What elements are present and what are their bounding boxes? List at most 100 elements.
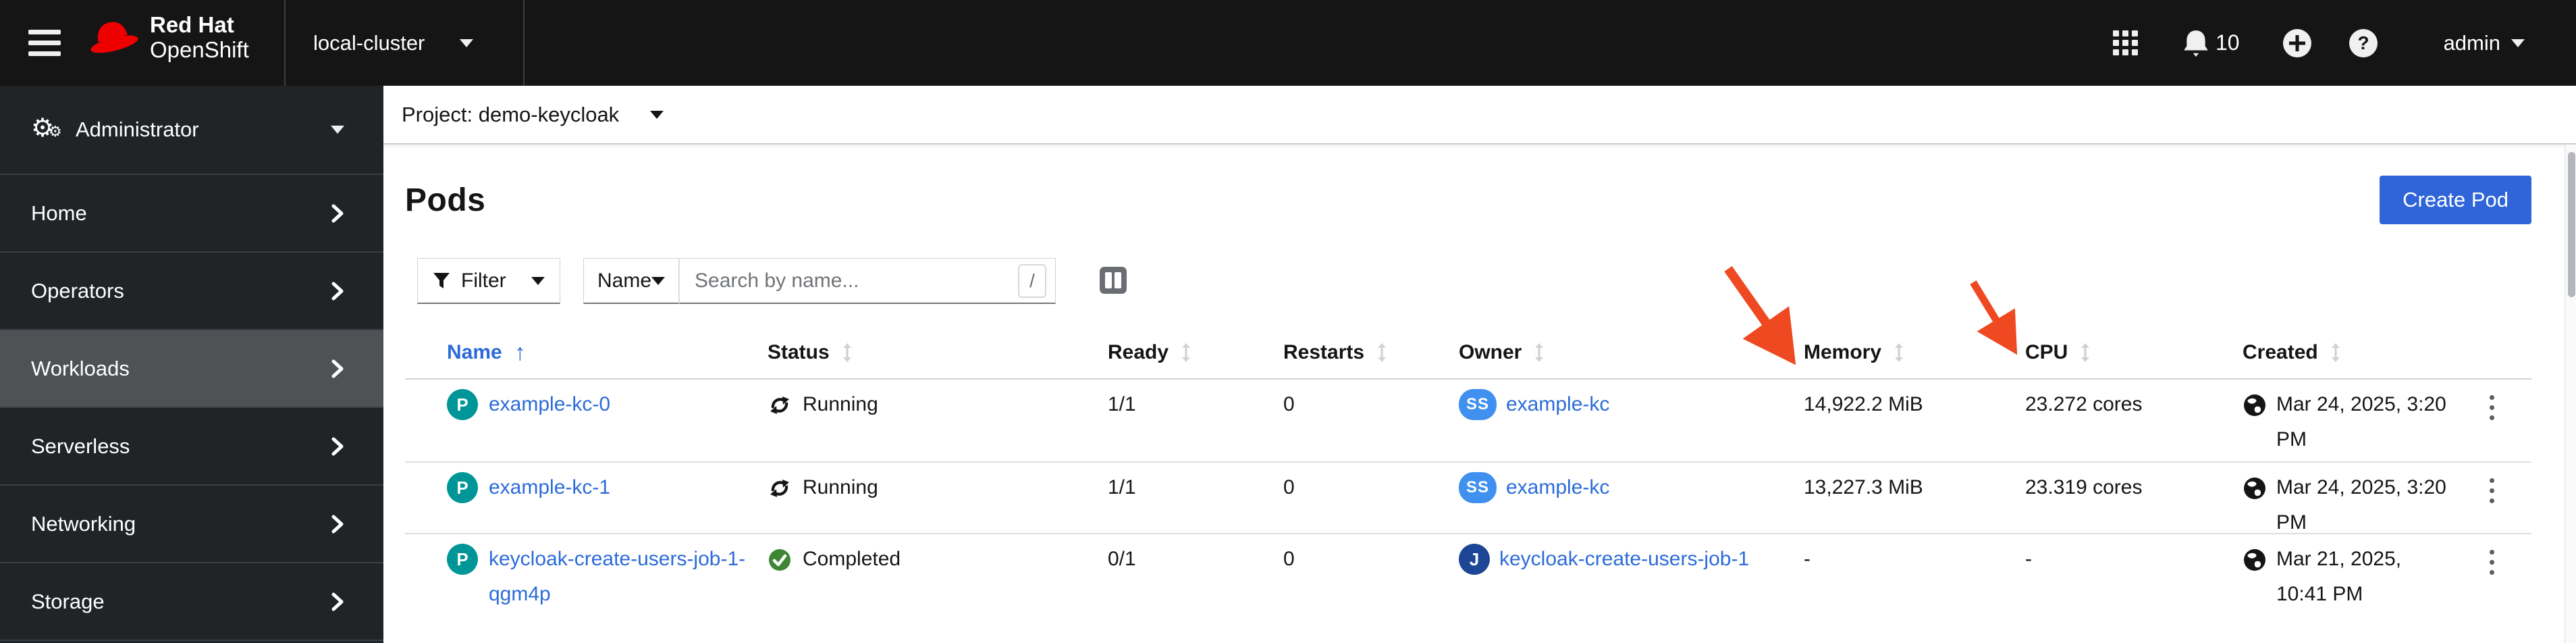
project-selector[interactable]: Project: demo-keycloak [383, 86, 2576, 145]
restarts-cell: 0 [1283, 548, 1295, 570]
pods-table: Name ↑ Status Ready Restarts Owner Memor… [405, 330, 2531, 621]
sort-both-icon [2081, 343, 2090, 362]
chevron-right-icon [331, 592, 344, 611]
owner-cell: SS example-kc [1459, 470, 1804, 505]
running-sync-icon [770, 480, 789, 497]
sidebar-item-workloads[interactable]: Workloads [0, 330, 383, 408]
table-row: P example-kc-1 Running 1/1 0 SS example-… [405, 463, 2531, 534]
column-header-name[interactable]: Name ↑ [447, 338, 768, 367]
sort-both-icon [842, 343, 851, 362]
import-plus-icon[interactable] [2282, 28, 2313, 59]
cpu-cell: - [2025, 548, 2032, 570]
actions-cell [2452, 470, 2531, 503]
sidebar-nav: ⚙ ⚙ Administrator Home Operators Workload… [0, 86, 383, 643]
create-pod-button[interactable]: Create Pod [2380, 176, 2531, 224]
column-header-owner[interactable]: Owner [1459, 338, 1804, 367]
statefulset-badge: SS [1459, 389, 1497, 420]
column-header-ready[interactable]: Ready [1108, 338, 1283, 367]
owner-link[interactable]: keycloak-create-users-job-1 [1499, 542, 1749, 577]
ready-cell: 1/1 [1108, 476, 1136, 498]
name-cell: P example-kc-0 [447, 387, 768, 422]
perspective-label: Administrator [76, 118, 199, 141]
search-attribute-dropdown[interactable]: Name [583, 258, 679, 304]
column-header-cpu[interactable]: CPU [2025, 338, 2243, 367]
vertical-scrollbar-thumb[interactable] [2568, 152, 2575, 297]
openshift-logo[interactable]: Red Hat OpenShift [86, 12, 249, 62]
gears-icon: ⚙ ⚙ [31, 114, 62, 143]
created-cell: Mar 24, 2025, 3:20 PM [2243, 387, 2452, 457]
perspective-switcher[interactable]: ⚙ ⚙ Administrator [0, 86, 383, 175]
pod-badge: P [447, 389, 478, 420]
globe-icon [2244, 394, 2265, 416]
table-row: P keycloak-create-users-job-1-qgm4p Comp… [405, 534, 2531, 621]
cpu-cell: 23.319 cores [2025, 476, 2143, 498]
cluster-selector[interactable]: local-cluster [313, 0, 474, 86]
owner-link[interactable]: example-kc [1506, 470, 1609, 505]
created-text: Mar 21, 2025, 10:41 PM [2276, 548, 2402, 605]
app-launcher-icon[interactable] [2112, 30, 2139, 56]
masthead: Red Hat OpenShift local-cluster 10 ? adm… [0, 0, 2576, 86]
column-header-created[interactable]: Created [2243, 338, 2452, 367]
brand-line2: OpenShift [150, 37, 249, 62]
kebab-menu-icon[interactable] [2489, 387, 2494, 420]
memory-cell: - [1804, 548, 1810, 570]
chevron-down-icon [531, 276, 545, 285]
project-label: Project: demo-keycloak [402, 102, 620, 126]
user-menu[interactable]: admin [2444, 31, 2525, 55]
pod-link[interactable]: keycloak-create-users-job-1-qgm4p [489, 542, 759, 612]
toolbar: Filter Name / [417, 258, 2576, 304]
filter-dropdown[interactable]: Filter [417, 258, 560, 304]
sidebar-item-label: Operators [31, 278, 124, 303]
created-text: Mar 24, 2025, 3:20 PM [2276, 393, 2446, 451]
restarts-cell: 0 [1283, 393, 1295, 415]
sidebar-item-home[interactable]: Home [0, 175, 383, 253]
cpu-cell: 23.272 cores [2025, 393, 2143, 415]
ready-cell: 0/1 [1108, 548, 1136, 570]
sort-both-icon [1378, 343, 1387, 362]
memory-cell: 14,922.2 MiB [1804, 393, 1923, 415]
pod-link[interactable]: example-kc-0 [489, 387, 610, 422]
chevron-right-icon [331, 359, 344, 378]
kebab-menu-icon[interactable] [2489, 470, 2494, 503]
pod-link[interactable]: example-kc-1 [489, 470, 610, 505]
sidebar-item-label: Workloads [31, 356, 130, 380]
column-management-button[interactable] [1098, 265, 1129, 299]
created-cell: Mar 24, 2025, 3:20 PM [2243, 470, 2452, 540]
svg-text:?: ? [2357, 32, 2369, 53]
sidebar-item-operators[interactable]: Operators [0, 253, 383, 330]
column-header-restarts[interactable]: Restarts [1283, 338, 1459, 367]
column-header-memory[interactable]: Memory [1804, 338, 2025, 367]
sidebar-item-storage[interactable]: Storage [0, 563, 383, 641]
filter-label: Filter [461, 269, 506, 292]
chevron-down-icon [651, 276, 666, 285]
job-badge: J [1459, 544, 1490, 575]
notification-count: 10 [2215, 30, 2240, 55]
help-question-icon[interactable]: ? [2348, 28, 2379, 59]
brand-line1: Red Hat [150, 12, 234, 37]
search-input[interactable] [679, 258, 1056, 304]
filter-funnel-icon [433, 272, 450, 288]
sort-both-icon [1182, 343, 1191, 362]
sidebar-item-label: Serverless [31, 434, 130, 458]
status-cell: Running [768, 470, 1108, 505]
menu-toggle-icon[interactable] [28, 26, 62, 59]
column-header-status[interactable]: Status [768, 338, 1108, 367]
memory-cell: 13,227.3 MiB [1804, 476, 1923, 498]
check-circle-icon [769, 549, 790, 571]
name-cell: P keycloak-create-users-job-1-qgm4p [447, 542, 768, 612]
vertical-scrollbar-track[interactable] [2565, 145, 2576, 643]
owner-link[interactable]: example-kc [1506, 387, 1609, 422]
sidebar-item-label: Storage [31, 589, 105, 613]
pod-badge: P [447, 472, 478, 503]
chevron-down-icon [2511, 38, 2525, 47]
kebab-menu-icon[interactable] [2489, 542, 2494, 575]
owner-cell: J keycloak-create-users-job-1 [1459, 542, 1804, 577]
table-row: P example-kc-0 Running 1/1 0 SS example-… [405, 380, 2531, 463]
search-shortcut-hint: / [1018, 264, 1046, 298]
status-text: Completed [803, 548, 901, 570]
sidebar-item-serverless[interactable]: Serverless [0, 408, 383, 486]
notifications-bell-icon[interactable] [2183, 29, 2209, 57]
redhat-fedora-icon [86, 16, 139, 59]
sidebar-item-networking[interactable]: Networking [0, 486, 383, 563]
running-sync-icon [770, 396, 789, 414]
